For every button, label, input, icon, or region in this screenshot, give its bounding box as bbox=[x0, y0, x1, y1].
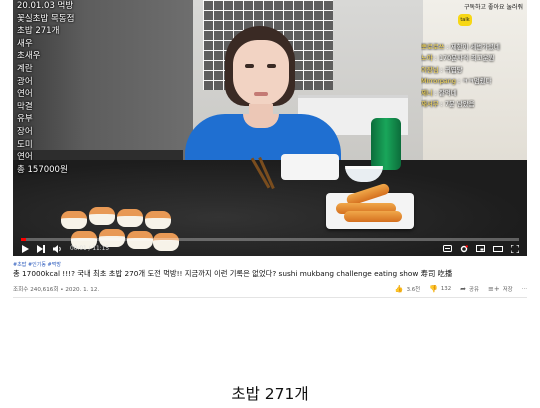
miniplayer-icon[interactable] bbox=[476, 245, 485, 252]
menu-overlay-line: 막결 bbox=[17, 101, 33, 112]
chat-message: 재서무 : 7분 남았음 bbox=[421, 100, 475, 109]
chat-nickname: 노아 bbox=[421, 54, 433, 63]
kakao-talk-icon: talk bbox=[458, 14, 472, 26]
menu-overlay-line: 장어 bbox=[17, 126, 33, 137]
volume-icon[interactable] bbox=[53, 244, 62, 253]
thumbs-down-icon: 👎 bbox=[429, 285, 438, 293]
chat-message: 제니 : 잘먹네 bbox=[421, 88, 457, 97]
action-bar: 👍 3.6천 👎 132 ➦ 공유 ≡+ 저장 ⋯ bbox=[395, 285, 527, 293]
play-icon[interactable] bbox=[21, 244, 29, 253]
chat-message: 이장님 : 귀엽당 bbox=[421, 65, 463, 74]
menu-overlay-line: 새우 bbox=[17, 38, 33, 49]
post-caption: 초밥 271개 bbox=[231, 385, 309, 403]
next-icon[interactable] bbox=[37, 244, 45, 253]
video-title: 총 17000kcal !!!? 국내 최초 초밥 270개 도전 먹방!! 지… bbox=[13, 269, 453, 278]
theater-mode-icon[interactable] bbox=[493, 245, 503, 252]
chat-text: 제한이 세번가셨네 bbox=[450, 43, 500, 51]
chat-message: 노아 : 170분사식 최고운원 bbox=[421, 54, 495, 63]
view-count: 조회수 240,616회 • 2020. 1. 12. bbox=[13, 287, 100, 293]
chat-nickname: 제니 bbox=[421, 88, 433, 97]
save-button[interactable]: ≡+ 저장 bbox=[488, 285, 513, 293]
chat-nickname: 재서무 bbox=[421, 100, 439, 109]
scene-sauce-plate bbox=[281, 154, 339, 180]
more-actions-button[interactable]: ⋯ bbox=[522, 286, 527, 292]
chat-text: ㅋㅋ멈췄다 bbox=[462, 77, 492, 86]
chat-nickname: 이장님 bbox=[421, 65, 439, 74]
subscribe-note: 구독하고 좋아요 눌러줘 bbox=[463, 4, 523, 11]
subtitles-icon[interactable] bbox=[443, 245, 452, 252]
share-icon: ➦ bbox=[460, 285, 467, 293]
chat-nickname: 뽀로로쓰 bbox=[421, 43, 445, 51]
thumbs-up-icon: 👍 bbox=[394, 285, 404, 293]
menu-overlay-line: 연어 bbox=[17, 89, 33, 100]
video-player[interactable]: 20.01.03 먹방 꽃실초밥 목동점 초밥 271개 새우 초새우 계란 광어 연어 막결 유… bbox=[13, 0, 527, 256]
menu-overlay-line: 도미 bbox=[17, 139, 33, 150]
menu-overlay: 20.01.03 먹방 꽃실초밥 목동점 초밥 271개 새우 초새우 계란 광어 연어 막결 유… bbox=[17, 0, 87, 176]
dislike-count: 132 bbox=[440, 286, 452, 292]
share-button[interactable]: ➦ 공유 bbox=[460, 285, 479, 293]
menu-overlay-line: 광어 bbox=[17, 76, 33, 87]
save-label: 저장 bbox=[502, 287, 513, 293]
menu-overlay-line: 초밥 271개 bbox=[17, 26, 60, 37]
video-meta-row: 조회수 240,616회 • 2020. 1. 12. 👍 3.6천 👎 132… bbox=[13, 283, 527, 295]
like-count: 3.6천 bbox=[406, 287, 421, 293]
share-label: 공유 bbox=[469, 287, 479, 293]
menu-overlay-line: 연어 bbox=[17, 152, 33, 163]
menu-overlay-line: 계란 bbox=[17, 63, 33, 74]
chat-message: 뽀로로쓰 : 제한이 세번가셨네 bbox=[421, 43, 500, 51]
scene-shrimp-plate bbox=[326, 182, 414, 229]
like-button[interactable]: 👍 3.6천 bbox=[395, 285, 420, 293]
player-controls: 00:01 / 11:15 bbox=[13, 241, 527, 256]
chat-text: 귀엽당 bbox=[444, 65, 463, 74]
chat-text: 170분사식 최고운원 bbox=[438, 54, 495, 63]
menu-overlay-line: 꽃실초밥 목동점 bbox=[17, 13, 75, 24]
chat-message: Mirrorpang : ㅋㅋ멈췄다 bbox=[421, 77, 492, 86]
fullscreen-icon[interactable] bbox=[511, 244, 519, 253]
more-icon: ⋯ bbox=[521, 286, 527, 292]
divider bbox=[13, 297, 527, 298]
playlist-add-icon: ≡+ bbox=[487, 285, 500, 293]
hashtag-links[interactable]: #초밥 #인기동 #먹방 bbox=[13, 261, 61, 268]
menu-overlay-line: 총 157000원 bbox=[17, 164, 68, 175]
menu-overlay-line: 유부 bbox=[17, 114, 33, 125]
chat-nickname: Mirrorpang bbox=[421, 77, 456, 86]
gear-icon[interactable] bbox=[460, 244, 468, 253]
time-display: 00:01 / 11:15 bbox=[70, 245, 110, 252]
menu-overlay-line: 초새우 bbox=[17, 51, 41, 62]
live-chat-overlay: 뽀로로쓰 : 제한이 세번가셨네노아 : 170분사식 최고운원이장님 : 귀엽… bbox=[421, 42, 525, 110]
chat-text: 7분 남았음 bbox=[444, 100, 475, 109]
scene-soda-can bbox=[371, 118, 401, 170]
dislike-button[interactable]: 👎 132 bbox=[429, 285, 451, 293]
streamer bbox=[173, 18, 353, 174]
menu-overlay-line: 20.01.03 먹방 bbox=[17, 1, 74, 11]
chat-text: 잘먹네 bbox=[438, 88, 457, 97]
